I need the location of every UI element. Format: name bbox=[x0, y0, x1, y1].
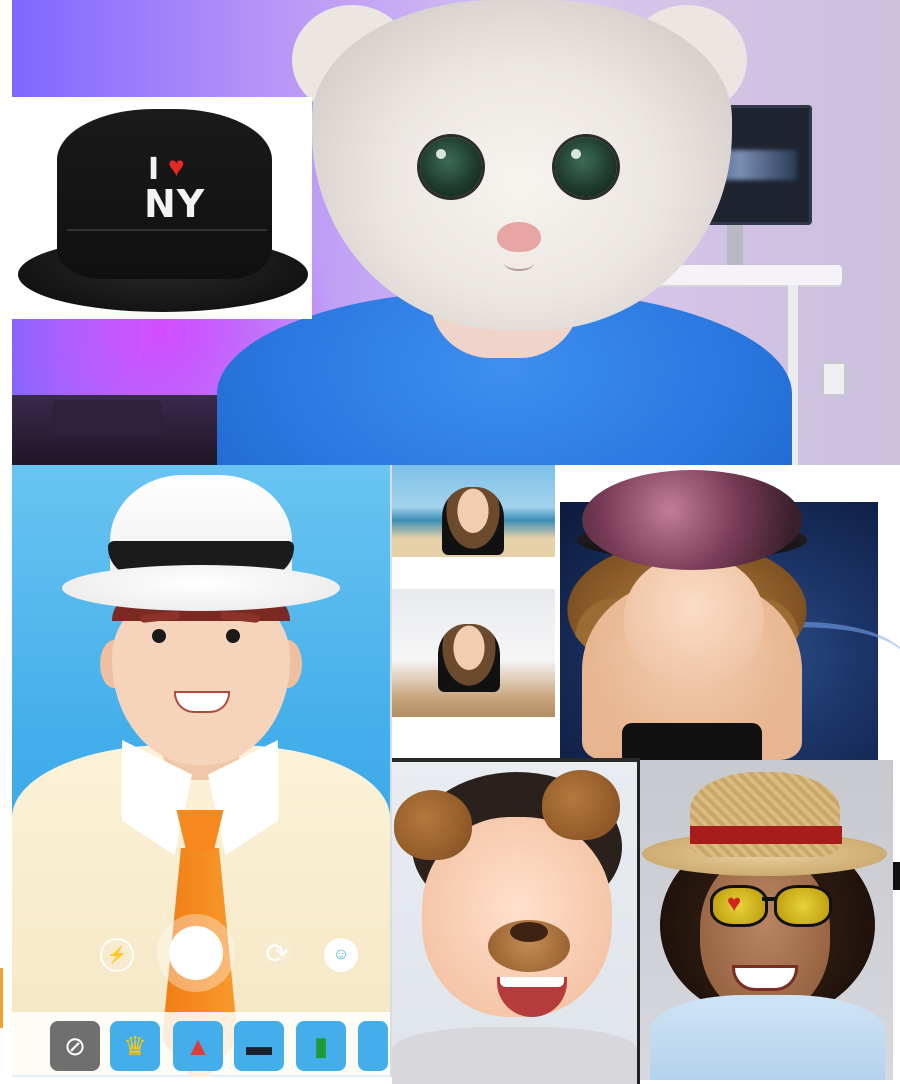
desk-lamp bbox=[52, 400, 162, 436]
wall-outlet bbox=[822, 362, 846, 396]
office-thumbnail[interactable] bbox=[392, 589, 555, 717]
tray-item-leprechaun-hat[interactable]: ▮ bbox=[296, 1021, 346, 1071]
hat-woman-collage bbox=[392, 465, 900, 760]
police-cap-icon: ▬ bbox=[246, 1030, 272, 1061]
cat-mouth bbox=[504, 255, 534, 271]
straw-hat-red-band bbox=[690, 826, 842, 844]
girl-shirt bbox=[392, 1027, 637, 1084]
black-top bbox=[622, 723, 762, 760]
dog-ear-right bbox=[542, 770, 620, 840]
face-sparkle-icon[interactable]: ☺ bbox=[324, 938, 358, 972]
woman-face bbox=[624, 555, 764, 685]
tray-item-crown[interactable]: ♛ bbox=[110, 1021, 160, 1071]
girl-teeth bbox=[500, 977, 564, 987]
avatar-eye-left bbox=[152, 629, 166, 643]
thumb-woman-office bbox=[438, 624, 500, 692]
thumb-woman-beach bbox=[442, 487, 504, 555]
lens-right bbox=[774, 885, 832, 927]
bucket-hat-card[interactable]: I ♥ NY bbox=[12, 97, 312, 319]
tray-item-none[interactable]: ⊘ bbox=[50, 1021, 100, 1071]
hat-logo-heart: ♥ bbox=[168, 151, 185, 182]
straw-hat-crown bbox=[690, 772, 840, 857]
dog-nose-tip bbox=[510, 922, 548, 942]
flash-icon[interactable]: ⚡ bbox=[100, 938, 134, 972]
tray-item-police-cap[interactable]: ▬ bbox=[234, 1021, 284, 1071]
dog-filter-photo bbox=[392, 758, 640, 1084]
heart-icon: ♥ bbox=[727, 890, 742, 917]
cat-eye-left bbox=[420, 137, 482, 197]
leprechaun-hat-icon: ▮ bbox=[313, 1030, 329, 1061]
beach-thumbnail[interactable] bbox=[392, 465, 555, 557]
lens-left: ♥ bbox=[710, 885, 768, 927]
cat-nose bbox=[497, 222, 541, 252]
heart-sunglasses: ♥ bbox=[710, 885, 832, 927]
tray-item-santa-hat[interactable]: ▲ bbox=[173, 1021, 223, 1071]
shutter-button[interactable] bbox=[169, 926, 223, 980]
flip-glyph: ⟳ bbox=[265, 937, 289, 969]
woman-face bbox=[700, 855, 830, 1015]
bucket-hat-stitch bbox=[67, 229, 267, 231]
left-edge-fragment bbox=[0, 968, 3, 1028]
dog-ear-left bbox=[394, 790, 472, 860]
straw-hat-photo: ♥ bbox=[640, 760, 893, 1080]
hat-logo-ny: NY bbox=[144, 182, 206, 226]
monitor-stand bbox=[727, 225, 743, 267]
cat-eye-right bbox=[555, 137, 617, 197]
hat-logo-i: I bbox=[148, 152, 160, 187]
no-filter-icon: ⊘ bbox=[64, 1030, 86, 1061]
flash-glyph: ⚡ bbox=[107, 947, 127, 964]
avatar-eye-right bbox=[226, 629, 240, 643]
flip-camera-icon[interactable]: ⟳ bbox=[262, 937, 292, 969]
santa-hat-icon: ▲ bbox=[185, 1030, 211, 1061]
crown-icon: ♛ bbox=[123, 1030, 147, 1061]
hat-camera-app-screen: ⚡ ⟳ ☺ ⊘ ♛ ▲ ▬ ▮ bbox=[12, 465, 392, 1077]
purple-flower-hat bbox=[582, 470, 802, 570]
tray-item-partial[interactable] bbox=[358, 1021, 388, 1071]
fedora-hat-brim bbox=[62, 565, 340, 611]
edge-fragment bbox=[893, 862, 900, 890]
face-glyph: ☺ bbox=[332, 946, 350, 963]
blue-shirt bbox=[650, 995, 885, 1080]
